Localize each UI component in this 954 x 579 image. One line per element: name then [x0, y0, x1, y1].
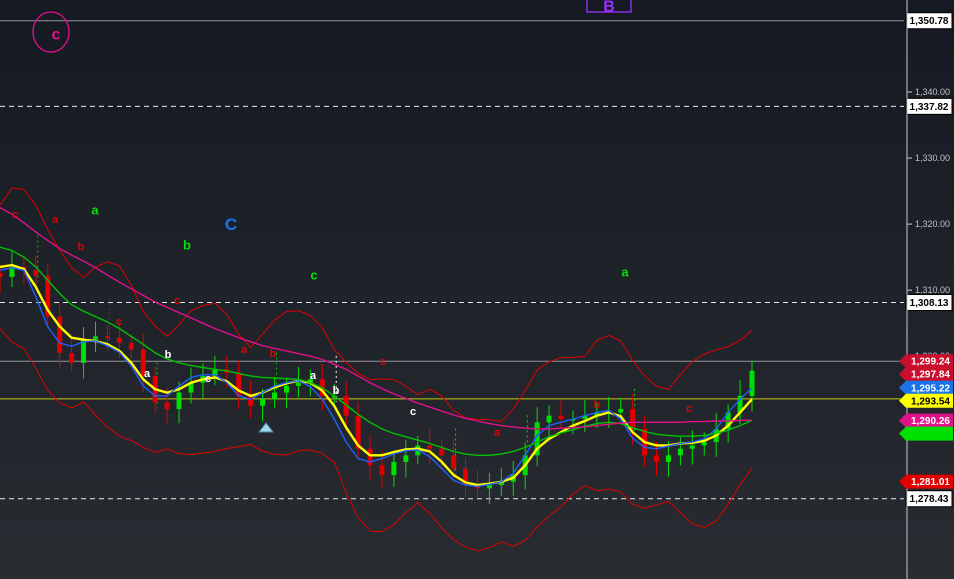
candle-body[interactable]: [92, 336, 98, 340]
axis-tick-label: 1,320.00: [915, 219, 950, 229]
candle-body[interactable]: [176, 392, 182, 410]
wave-label: b: [165, 349, 172, 361]
price-badge-label: 1,281.01: [911, 477, 950, 488]
candle-body[interactable]: [403, 455, 409, 462]
moving-averages: [0, 206, 753, 488]
price-badge-label: 1,297.84: [911, 370, 950, 381]
wave-label: a: [52, 214, 59, 226]
wave-label: a: [144, 368, 151, 380]
price-badge-label: 1,290.26: [911, 416, 950, 427]
wave-label: b: [270, 348, 277, 360]
candle-body[interactable]: [283, 385, 289, 393]
price-level-label: 1,308.13: [910, 298, 949, 309]
candle-body[interactable]: [546, 415, 552, 423]
wave-label: c: [310, 268, 317, 283]
wave-label: c: [686, 403, 692, 415]
wave-label: a: [91, 203, 99, 218]
candle-body[interactable]: [248, 395, 254, 406]
envelope-bands: [0, 187, 753, 552]
wave-label: a: [241, 344, 248, 356]
price-badge-label: 1,295.22: [911, 383, 950, 394]
horizontal-lines: 1,350.78 1,337.82 1,308.13 1,293.54 1,278.43: [0, 12, 953, 508]
candle-body[interactable]: [391, 461, 397, 476]
candle-body[interactable]: [451, 455, 457, 469]
wave-label: c: [116, 316, 122, 328]
candle-body[interactable]: [0, 272, 3, 277]
wave-label: b: [183, 238, 191, 253]
wave-label: c: [174, 295, 180, 307]
candle-body[interactable]: [81, 339, 87, 363]
candle-body[interactable]: [260, 399, 266, 406]
wave-label: B: [603, 0, 615, 16]
price-level-label: 1,337.82: [910, 102, 949, 113]
wave-label: b: [594, 399, 601, 411]
candle-body[interactable]: [689, 445, 695, 449]
wave-label: a: [621, 265, 629, 280]
price-badge[interactable]: [899, 426, 953, 441]
candle-body[interactable]: [618, 409, 624, 413]
price-badge-label: 1,293.54: [911, 396, 950, 407]
candle-body[interactable]: [630, 409, 636, 429]
candle-body[interactable]: [295, 382, 301, 386]
axis-tick-label: 1,340.00: [915, 87, 950, 97]
marker-triangle-icon: [257, 422, 275, 433]
wave-label: a: [494, 427, 501, 439]
axis-tick-label: 1,310.00: [915, 285, 950, 295]
price-axis: 1,340.001,330.001,320.001,310.001,300.00: [907, 87, 950, 361]
price-badge-label: 1,299.24: [911, 357, 950, 368]
candle-body[interactable]: [104, 336, 110, 338]
wave-label: c: [410, 406, 416, 418]
moving-average-line: [0, 263, 753, 487]
candle-body[interactable]: [654, 455, 660, 462]
price-level-label: 1,350.78: [910, 16, 949, 27]
wave-label: b: [78, 241, 85, 253]
candle-body[interactable]: [128, 343, 134, 350]
wave-label: b: [333, 385, 340, 397]
candle-body[interactable]: [677, 448, 683, 456]
candle-body[interactable]: [272, 392, 278, 400]
candle-body[interactable]: [749, 370, 755, 396]
candle-body[interactable]: [701, 442, 707, 446]
wave-label: C: [225, 215, 237, 234]
wave-label: c: [12, 209, 18, 221]
axis-tick-label: 1,330.00: [915, 153, 950, 163]
candles: [0, 251, 755, 505]
wave-label: a: [310, 370, 317, 382]
wave-label: c: [380, 356, 386, 368]
candle-body[interactable]: [164, 402, 170, 410]
lower-band: [0, 328, 753, 552]
candle-body[interactable]: [439, 448, 445, 456]
candle-body[interactable]: [558, 415, 564, 419]
wave-label: c: [52, 27, 61, 44]
wave-label: c: [205, 373, 211, 385]
candle-body[interactable]: [69, 352, 75, 363]
candle-body[interactable]: [33, 270, 39, 276]
candle-body[interactable]: [379, 465, 385, 476]
candle-body[interactable]: [427, 445, 433, 449]
upper-band: [0, 187, 753, 423]
price-level-label: 1,278.43: [910, 494, 949, 505]
moving-average-line: [0, 266, 753, 488]
price-chart[interactable]: 1,350.78 1,337.82 1,308.13 1,293.54 1,278.43…: [0, 0, 954, 579]
candle-body[interactable]: [116, 337, 122, 344]
moving-average-line: [0, 206, 752, 430]
candle-body[interactable]: [665, 455, 671, 462]
candle-body[interactable]: [486, 485, 492, 489]
candle-body[interactable]: [367, 448, 373, 466]
